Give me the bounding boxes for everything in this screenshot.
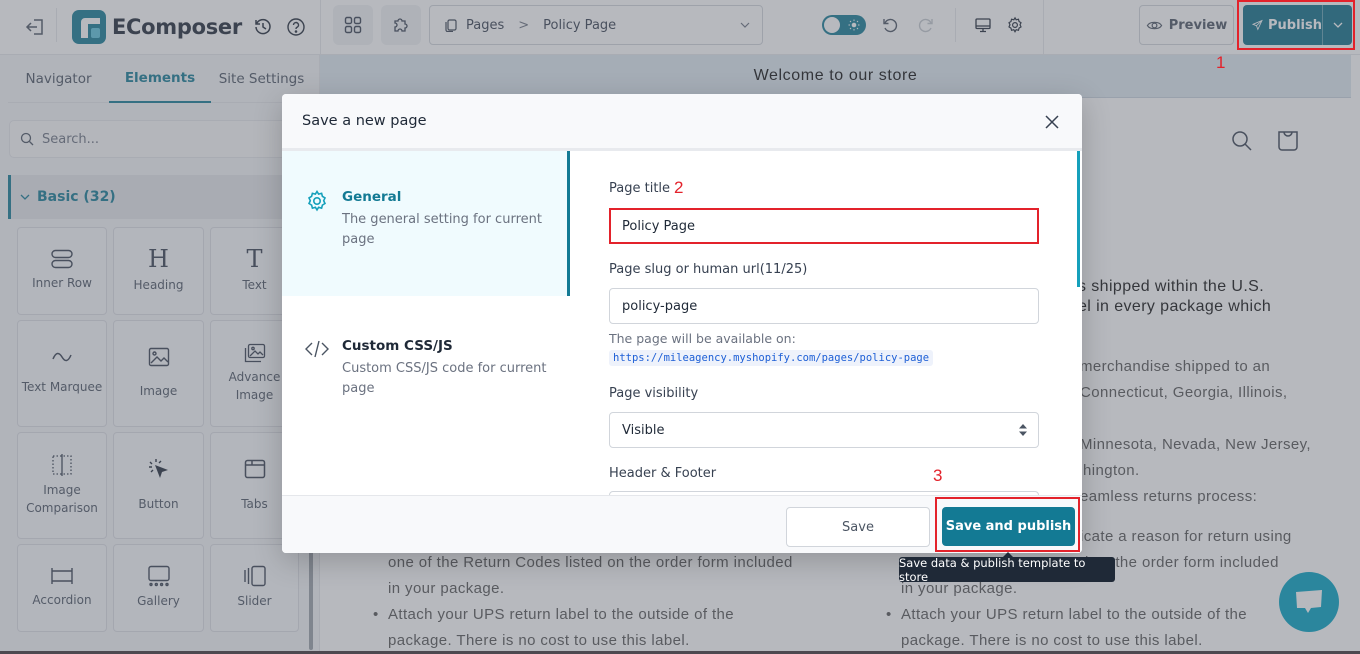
available-on-text: The page will be available on: — [609, 331, 796, 346]
annotation-step-1: 1 — [1216, 53, 1226, 72]
page-title-label: Page title — [609, 181, 671, 196]
visibility-value: Visible — [622, 422, 665, 438]
dialog-title: Save a new page — [302, 113, 427, 129]
nav-general[interactable]: General The general setting for current … — [282, 151, 570, 296]
close-button[interactable] — [1042, 112, 1062, 132]
visibility-label: Page visibility — [609, 386, 699, 401]
page-title-input[interactable]: Policy Page — [609, 208, 1039, 244]
dialog-nav: General The general setting for current … — [282, 151, 570, 495]
nav-description: The general setting for current page — [342, 212, 542, 248]
close-icon — [1045, 115, 1059, 129]
page-url[interactable]: https://mileagency.myshopify.com/pages/p… — [609, 350, 934, 366]
dialog-scrollbar[interactable] — [1077, 151, 1080, 287]
code-icon — [305, 340, 329, 358]
nav-description: Custom CSS/JS code for current page — [342, 361, 547, 397]
save-publish-tooltip: Save data & publish template to store — [899, 552, 1115, 584]
annotation-step-3: 3 — [933, 466, 943, 485]
dialog-body: Page title 2 Policy Page Page slug or hu… — [570, 151, 1082, 495]
save-button[interactable]: Save — [786, 507, 930, 547]
dialog-header: Save a new page — [282, 94, 1082, 151]
nav-title: Custom CSS/JS — [342, 338, 453, 354]
slug-label: Page slug or human url(11/25) — [609, 262, 808, 277]
save-page-dialog: Save a new page General The general sett… — [282, 94, 1082, 553]
select-arrows-icon — [1019, 424, 1027, 436]
annotation-step-2: 2 — [674, 178, 684, 197]
nav-custom-css-js[interactable]: Custom CSS/JS Custom CSS/JS code for cur… — [282, 296, 570, 436]
nav-title: General — [342, 189, 402, 205]
highlight-publish — [1237, 0, 1355, 50]
visibility-select[interactable]: Visible — [609, 412, 1039, 448]
slug-input[interactable]: policy-page — [609, 288, 1039, 324]
highlight-save-and-publish — [935, 497, 1080, 552]
header-footer-label: Header & Footer — [609, 466, 717, 481]
gear-icon — [307, 189, 327, 212]
